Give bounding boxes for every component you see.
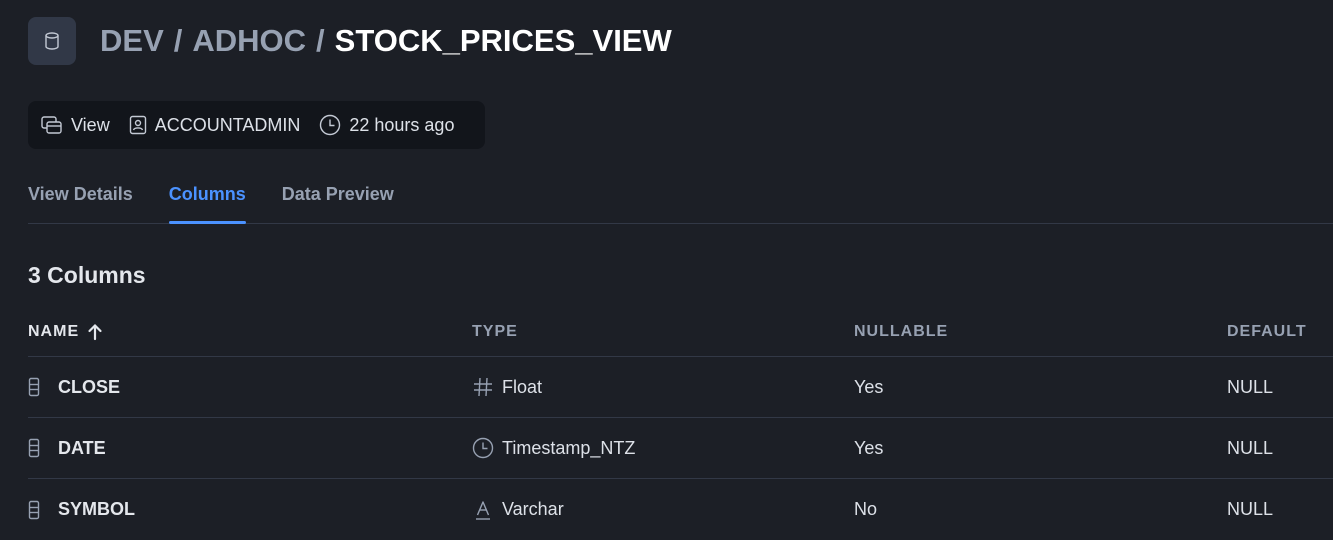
meta-owner-label: ACCOUNTADMIN xyxy=(154,114,301,135)
tab-bar: View Details Columns Data Preview xyxy=(28,176,1333,224)
column-icon xyxy=(28,438,40,458)
table-row[interactable]: CLOSE Float Yes NULL xyxy=(28,357,1333,418)
database-icon xyxy=(45,32,59,50)
column-type: Timestamp_NTZ xyxy=(502,437,636,458)
column-header-type[interactable]: TYPE xyxy=(472,323,854,341)
meta-object-type: View xyxy=(41,115,110,136)
column-name: SYMBOL xyxy=(58,499,136,519)
column-nullable: No xyxy=(854,499,878,519)
database-object-badge xyxy=(28,17,76,65)
column-name: CLOSE xyxy=(58,376,121,397)
column-header-nullable[interactable]: NULLABLE xyxy=(854,323,1227,341)
breadcrumb-separator: / xyxy=(173,23,183,58)
column-default: NULL xyxy=(1227,376,1274,397)
clock-icon xyxy=(472,437,494,459)
meta-owner: ACCOUNTADMIN xyxy=(129,114,301,136)
row-name-cell: DATE xyxy=(28,438,472,459)
column-nullable: Yes xyxy=(854,376,884,397)
tab-columns[interactable]: Columns xyxy=(168,176,246,224)
meta-modified: 22 hours ago xyxy=(319,114,454,136)
column-default: NULL xyxy=(1227,499,1274,519)
tab-view-details[interactable]: View Details xyxy=(28,176,133,223)
meta-modified-label: 22 hours ago xyxy=(349,114,455,135)
page-title: STOCK_PRICES_VIEW xyxy=(334,23,672,58)
table-row[interactable]: DATE Timestamp_NTZ Yes NULL xyxy=(28,418,1333,479)
tab-data-preview[interactable]: Data Preview xyxy=(282,176,394,223)
column-header-name-label: NAME xyxy=(28,323,80,340)
table-row[interactable]: SYMBOL Varchar No NULL xyxy=(28,479,1333,540)
row-name-cell: SYMBOL xyxy=(28,499,472,520)
object-meta-bar: View ACCOUNTADMIN 22 hours ago xyxy=(28,101,485,149)
column-default: NULL xyxy=(1227,437,1274,458)
column-header-name[interactable]: NAME xyxy=(28,323,472,341)
clock-icon xyxy=(320,114,341,136)
view-icon xyxy=(41,116,62,134)
breadcrumb-separator: / xyxy=(316,23,325,58)
column-type: Varchar xyxy=(502,499,564,519)
column-icon xyxy=(28,500,40,519)
column-icon xyxy=(28,377,40,397)
column-name: DATE xyxy=(58,437,106,458)
table-header-row: NAME TYPE NULLABLE DEFAULT xyxy=(28,308,1333,357)
columns-table: NAME TYPE NULLABLE DEFAULT CLOSE Float Y… xyxy=(28,308,1333,540)
sort-ascending-icon[interactable] xyxy=(87,323,103,341)
row-type-cell: Varchar xyxy=(472,499,854,521)
row-name-cell: CLOSE xyxy=(28,377,472,398)
column-type: Float xyxy=(502,376,543,397)
row-type-cell: Float xyxy=(472,376,854,398)
breadcrumb: DEV / ADHOC / STOCK_PRICES_VIEW xyxy=(100,20,672,62)
row-type-cell: Timestamp_NTZ xyxy=(472,437,854,459)
column-header-default[interactable]: DEFAULT xyxy=(1227,323,1333,341)
breadcrumb-database[interactable]: DEV xyxy=(100,23,164,59)
owner-badge-icon xyxy=(129,115,146,135)
meta-type-label: View xyxy=(71,114,110,135)
hash-icon xyxy=(474,377,492,397)
text-type-icon xyxy=(476,500,490,520)
columns-count-heading: 3 Columns xyxy=(28,262,146,288)
breadcrumb-schema[interactable]: ADHOC xyxy=(192,23,306,59)
column-nullable: Yes xyxy=(854,437,884,458)
